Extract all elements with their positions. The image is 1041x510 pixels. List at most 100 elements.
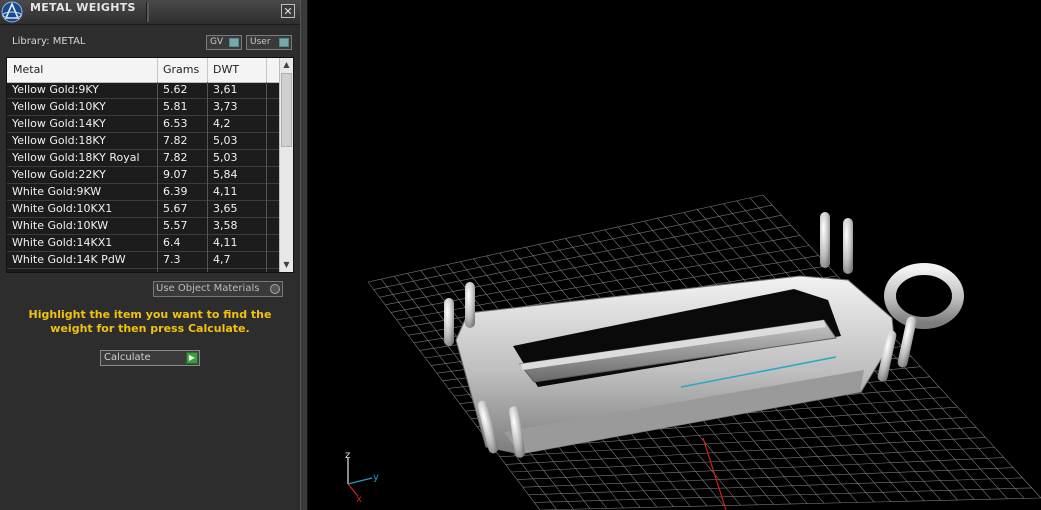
user-toggle[interactable]: User (246, 35, 292, 50)
cell-dwt: 3,85 (213, 270, 238, 272)
column-divider (266, 218, 267, 235)
column-divider (266, 150, 267, 167)
cell-grams: 6.39 (163, 185, 188, 198)
column-divider (207, 252, 208, 269)
column-divider (207, 150, 208, 167)
column-divider (157, 218, 158, 235)
cell-dwt: 3,65 (213, 202, 238, 215)
table-row[interactable]: Yellow Gold:18KY 7.82 5,03 (7, 133, 279, 150)
column-divider (207, 58, 208, 82)
app-logo-icon (1, 1, 23, 23)
table-header: Metal Grams DWT (7, 58, 279, 83)
prong (843, 218, 853, 274)
use-object-materials-option[interactable]: Use Object Materials (153, 281, 283, 297)
metal-table: Metal Grams DWT Yellow Gold:9KY 5.62 3,61 Y… (6, 57, 294, 273)
column-divider (266, 58, 267, 82)
scroll-down-arrow-icon[interactable]: ▼ (280, 258, 293, 272)
column-divider (157, 235, 158, 252)
table-row[interactable]: Yellow Gold:18KY Royal 7.82 5,03 (7, 150, 279, 167)
cell-dwt: 3,73 (213, 100, 238, 113)
cell-dwt: 3,61 (213, 83, 238, 96)
cell-grams: 6.07 (163, 270, 188, 272)
grid-line (522, 467, 1014, 488)
column-divider (207, 167, 208, 184)
column-header-metal[interactable]: Metal (13, 63, 43, 76)
column-divider (207, 235, 208, 252)
axis-label-y: y (373, 472, 379, 483)
cell-metal: Yellow Gold:10KY (12, 100, 106, 113)
prong (820, 212, 830, 268)
table-row[interactable]: White Gold:10KX1 5.67 3,65 (7, 201, 279, 218)
cell-grams: 7.3 (163, 253, 181, 266)
column-divider (157, 184, 158, 201)
table-row[interactable]: Yellow Gold:9KY 5.62 3,61 (7, 82, 279, 99)
play-arrow-icon[interactable]: ▶ (186, 352, 198, 364)
table-row[interactable]: Yellow Gold:14KY 6.53 4,2 (7, 116, 279, 133)
column-divider (157, 82, 158, 99)
column-divider (157, 269, 158, 272)
prong (444, 298, 454, 346)
column-divider (266, 252, 267, 269)
cell-metal: Yellow Gold:18KY Royal (12, 151, 140, 164)
table-row[interactable]: Yellow Gold:22KY 9.07 5,84 (7, 167, 279, 184)
panel-title: METAL WEIGHTS (30, 1, 136, 14)
cell-metal: White Gold:14KX1 (12, 236, 113, 249)
cell-metal: White Gold:10KW (12, 219, 109, 232)
scroll-thumb[interactable] (281, 73, 292, 147)
panel-splitter[interactable] (300, 0, 308, 510)
column-divider (157, 167, 158, 184)
cell-dwt: 4,7 (213, 253, 231, 266)
table-row[interactable]: White Gold:14K PdW 7.3 4,7 (7, 252, 279, 269)
column-divider (266, 167, 267, 184)
column-divider (207, 82, 208, 99)
cell-grams: 5.57 (163, 219, 188, 232)
cell-metal: Yellow Gold:22KY (12, 168, 106, 181)
table-row[interactable]: Yellow Gold:10KY 5.81 3,73 (7, 99, 279, 116)
column-divider (157, 150, 158, 167)
column-header-grams[interactable]: Grams (163, 63, 199, 76)
cell-grams: 7.82 (163, 151, 188, 164)
cell-dwt: 4,11 (213, 236, 238, 249)
user-toggle-knob (279, 38, 289, 47)
column-header-dwt[interactable]: DWT (213, 63, 239, 76)
cell-metal: Yellow Gold:14KY (12, 117, 106, 130)
x-axis-line (702, 437, 727, 510)
column-divider (207, 184, 208, 201)
viewport-canvas[interactable] (308, 0, 1041, 510)
column-divider (266, 133, 267, 150)
metal-weights-panel: METAL WEIGHTS ✕ Library: METAL GV User M… (0, 0, 300, 510)
gv-toggle[interactable]: GV (206, 35, 242, 50)
cell-grams: 9.07 (163, 168, 188, 181)
column-divider (157, 99, 158, 116)
column-divider (207, 218, 208, 235)
column-divider (157, 133, 158, 150)
cell-grams: 6.4 (163, 236, 181, 249)
cell-metal: Yellow Gold:9KY (12, 83, 99, 96)
grid-line (517, 457, 1004, 480)
table-row[interactable]: White Gold:10KW 5.57 3,58 (7, 218, 279, 235)
cell-metal: White Gold:9KW (12, 185, 102, 198)
cell-grams: 6.53 (163, 117, 188, 130)
gv-toggle-knob (229, 38, 239, 47)
table-body: Yellow Gold:9KY 5.62 3,61 Yellow Gold:10KY 5… (7, 82, 279, 272)
column-divider (157, 58, 158, 82)
3d-viewport[interactable]: z y x (308, 0, 1041, 510)
radio-icon[interactable] (270, 284, 280, 294)
column-divider (157, 201, 158, 218)
calculate-label: Calculate (104, 352, 151, 363)
table-scrollbar[interactable]: ▲ ▼ (279, 58, 293, 272)
cell-metal: White Gold:14K PdW (12, 253, 126, 266)
table-row[interactable]: White Gold:14KX1 6.4 4,11 (7, 235, 279, 252)
column-divider (266, 82, 267, 99)
table-row[interactable]: White Gold:14KW 6.07 3,85 (7, 269, 279, 272)
gv-toggle-label: GV (210, 37, 224, 47)
calculate-dropdown[interactable]: Calculate ▶ (100, 350, 200, 366)
scroll-up-arrow-icon[interactable]: ▲ (280, 58, 293, 72)
close-button[interactable]: ✕ (281, 4, 295, 18)
cell-metal: White Gold:10KX1 (12, 202, 113, 215)
cell-dwt: 5,84 (213, 168, 238, 181)
cell-grams: 5.81 (163, 100, 188, 113)
table-row[interactable]: White Gold:9KW 6.39 4,11 (7, 184, 279, 201)
cell-grams: 5.67 (163, 202, 188, 215)
column-divider (207, 116, 208, 133)
